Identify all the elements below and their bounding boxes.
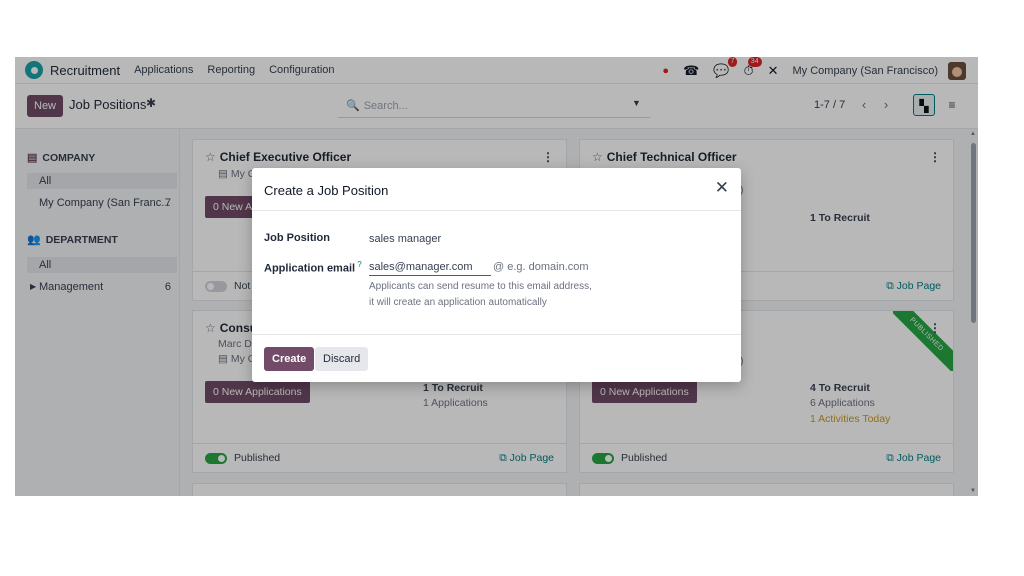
create-job-dialog: Create a Job Position ✕ Job Position sal… [252, 168, 741, 382]
modal-footer: Create Discard [252, 334, 741, 382]
email-domain-hint: @ e.g. domain.com [493, 261, 589, 273]
job-position-input[interactable]: sales manager [369, 233, 441, 245]
application-email-label: Application email ? [264, 260, 362, 275]
job-position-label: Job Position [264, 232, 330, 244]
modal-header: Create a Job Position ✕ [252, 168, 741, 211]
discard-button[interactable]: Discard [315, 347, 369, 371]
create-button[interactable]: Create [264, 347, 315, 371]
modal-title: Create a Job Position [264, 183, 389, 198]
recruitment-app: Recruitment Applications Reporting Confi… [15, 57, 978, 496]
help-tooltip-icon[interactable]: ? [355, 260, 361, 269]
close-icon[interactable]: ✕ [715, 178, 729, 198]
email-help-text-line1: Applicants can send resume to this email… [369, 281, 592, 292]
application-email-input[interactable]: sales@manager.com [369, 260, 491, 276]
email-help-text-line2: it will create an application automatica… [369, 297, 547, 308]
